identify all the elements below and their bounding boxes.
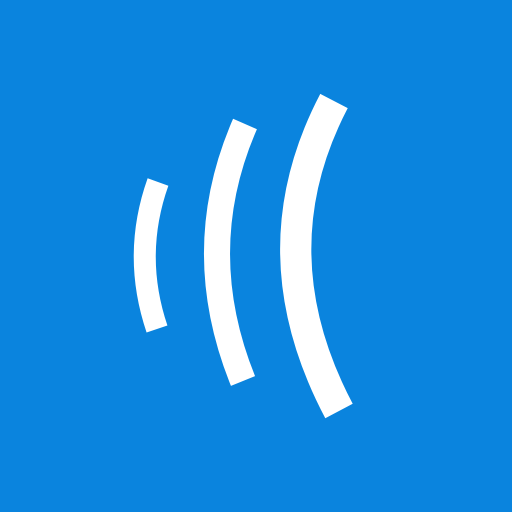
icon-background xyxy=(0,0,512,512)
sound-waves-icon xyxy=(0,0,512,512)
app-icon-canvas xyxy=(0,0,512,512)
